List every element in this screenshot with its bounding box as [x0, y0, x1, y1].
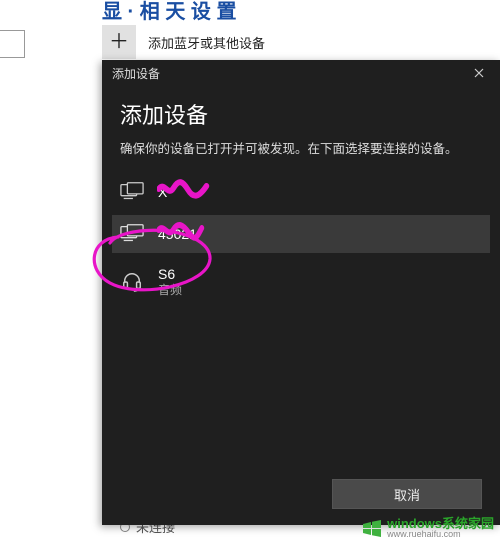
plus-icon: ＋ [102, 25, 136, 59]
page-title: 显 · 相 天 设 置 [102, 0, 236, 24]
watermark-url: www.ruehaifu.com [387, 530, 494, 539]
dialog-subtext: 确保你的设备已打开并可被发现。在下面选择要连接的设备。 [120, 138, 482, 157]
dialog-window-title: 添加设备 [112, 65, 160, 82]
add-bluetooth-row[interactable]: ＋ 添加蓝牙或其他设备 [102, 25, 265, 59]
close-button[interactable] [464, 62, 494, 84]
device-row-2[interactable]: S6 音频 [112, 257, 490, 307]
device-name: S6 [158, 265, 182, 283]
display-icon [120, 181, 144, 203]
search-box-fragment[interactable] [0, 30, 25, 58]
display-icon [120, 223, 144, 245]
device-row-0[interactable]: X [112, 173, 490, 211]
dialog-heading: 添加设备 [120, 98, 482, 130]
add-device-dialog: 添加设备 添加设备 确保你的设备已打开并可被发现。在下面选择要连接的设备。 X [102, 60, 500, 525]
device-row-1[interactable]: 45021 [112, 215, 490, 253]
windows-logo-icon [361, 518, 383, 538]
close-icon [474, 68, 484, 78]
dialog-body: 添加设备 确保你的设备已打开并可被发现。在下面选择要连接的设备。 X [102, 86, 500, 469]
cancel-button[interactable]: 取消 [332, 479, 482, 509]
dialog-titlebar: 添加设备 [102, 60, 500, 86]
device-subtext: 音频 [158, 283, 182, 299]
redaction-scribble [157, 179, 212, 199]
redaction-scribble [157, 221, 205, 241]
add-bluetooth-label: 添加蓝牙或其他设备 [148, 33, 265, 52]
watermark: windows系统家园 www.ruehaifu.com [355, 513, 500, 541]
headset-icon [120, 271, 144, 293]
